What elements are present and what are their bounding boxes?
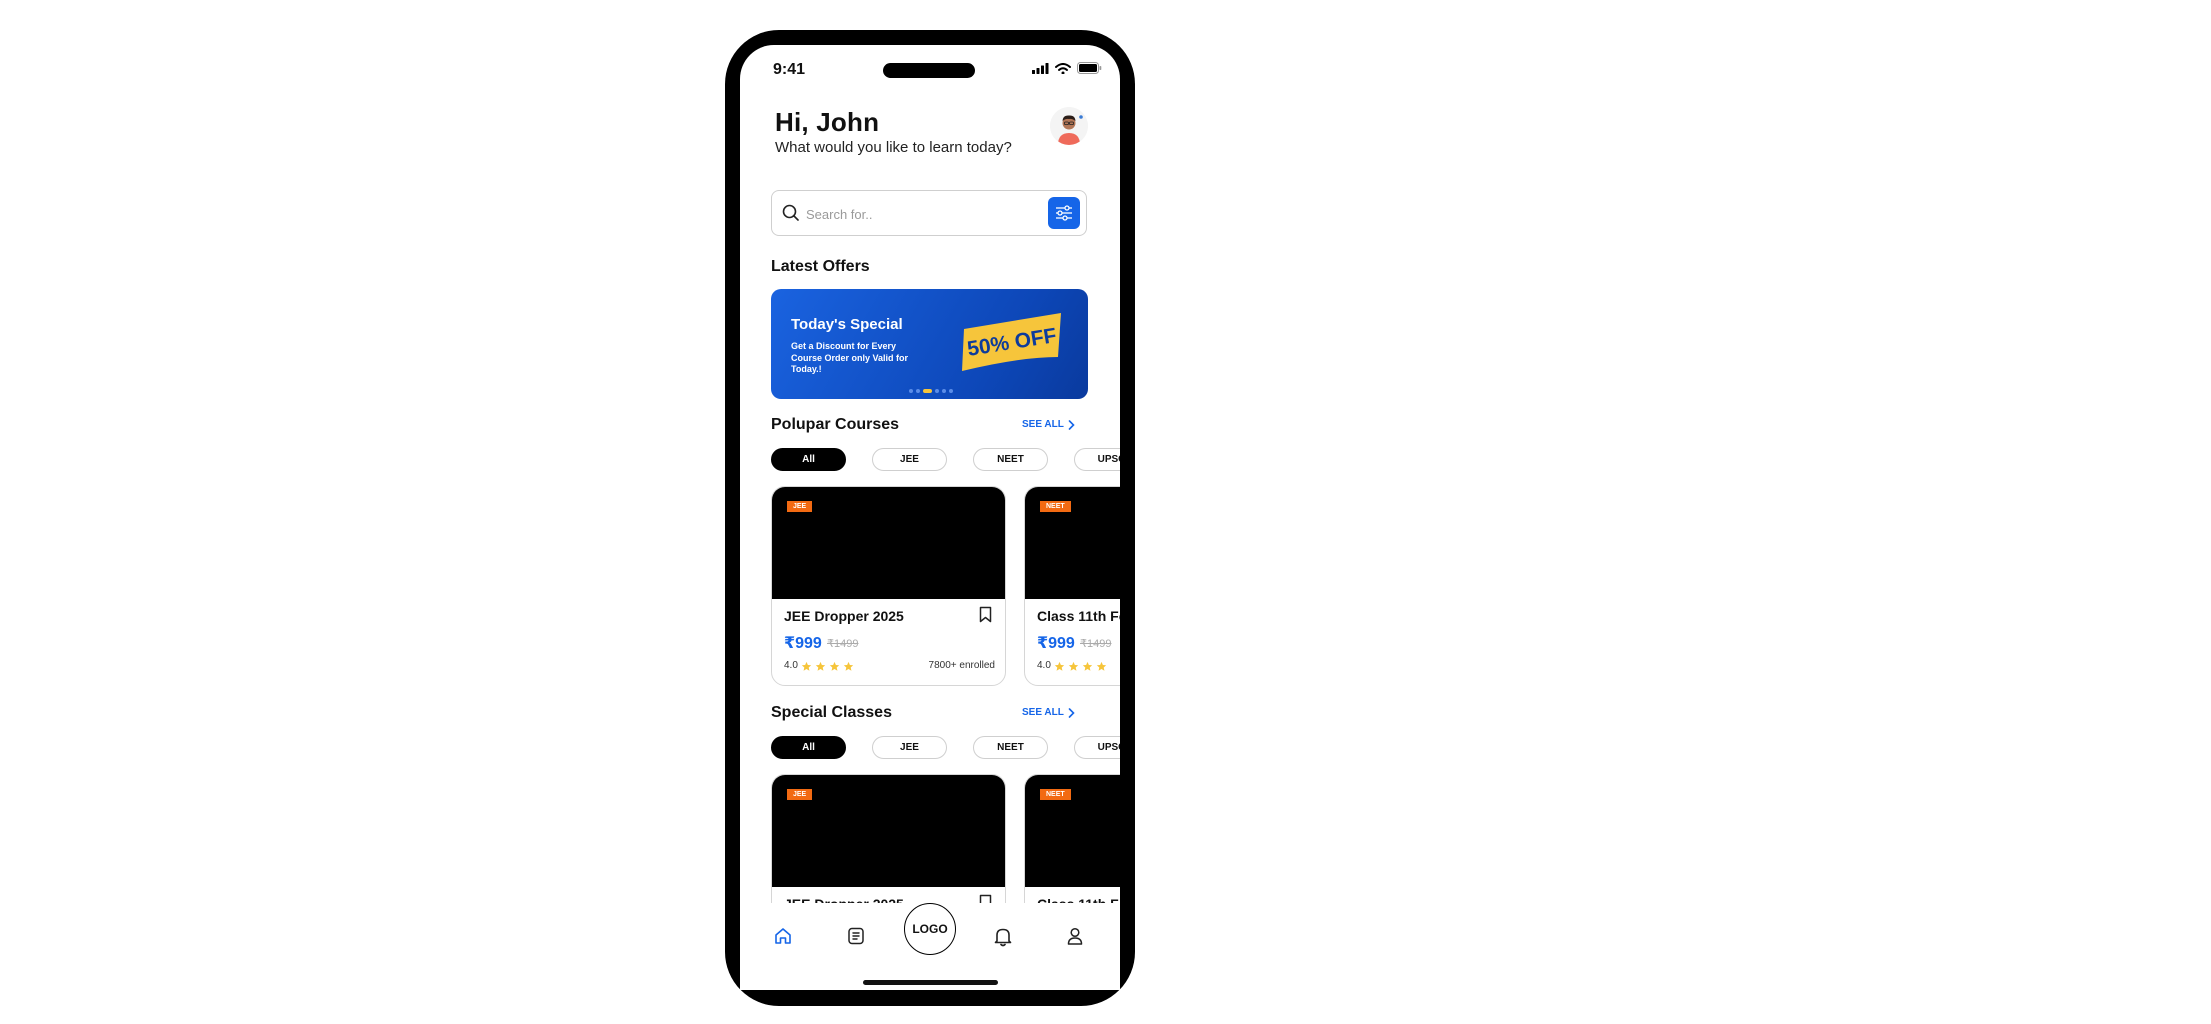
chip-neet[interactable]: NEET (973, 736, 1048, 759)
carousel-dot[interactable] (942, 389, 946, 393)
offer-title: Today's Special (791, 316, 903, 333)
course-tag: JEE (787, 501, 813, 512)
star-icon (815, 659, 826, 677)
star-icon (843, 659, 854, 677)
popular-see-all-link[interactable]: SEE ALL (1022, 419, 1075, 430)
home-icon (775, 928, 791, 944)
rating-stars (1054, 659, 1107, 677)
class-tag: JEE (787, 789, 813, 800)
chip-jee[interactable]: JEE (872, 736, 947, 759)
popular-filter-chips: All JEE NEET UPSC (771, 448, 1120, 471)
bookmark-icon[interactable] (979, 606, 992, 623)
nav-courses[interactable] (841, 921, 871, 951)
special-filter-chips: All JEE NEET UPSC (771, 736, 1120, 759)
course-rating: 4.0 (1037, 660, 1051, 671)
chip-neet[interactable]: NEET (973, 448, 1048, 471)
home-indicator (863, 980, 998, 985)
battery-icon (1077, 62, 1102, 74)
search-icon (782, 204, 799, 221)
carousel-dot[interactable] (909, 389, 913, 393)
nav-home[interactable] (768, 921, 798, 951)
logo-button[interactable]: LOGO (904, 903, 956, 955)
nav-profile[interactable] (1060, 921, 1090, 951)
wifi-icon (1055, 62, 1071, 74)
courses-icon (848, 927, 864, 945)
carousel-dot[interactable] (935, 389, 939, 393)
star-icon (801, 659, 812, 677)
avatar[interactable] (1050, 107, 1088, 145)
greeting-subtitle: What would you like to learn today? (775, 139, 1012, 156)
popular-courses-title: Polupar Courses (771, 416, 900, 433)
bell-icon (994, 928, 1012, 947)
bottom-nav: LOGO (740, 903, 1120, 990)
signal-icon (1032, 62, 1049, 74)
course-rating: 4.0 (784, 660, 798, 671)
course-card[interactable]: NEET Class 11th Foundation ₹999 ₹1499 4.… (1024, 486, 1120, 686)
status-bar: 9:41 (740, 45, 1120, 89)
chip-all[interactable]: All (771, 736, 846, 759)
course-tag: NEET (1040, 501, 1071, 512)
course-price: ₹999 (784, 635, 822, 652)
see-all-label: SEE ALL (1022, 707, 1064, 718)
course-title: JEE Dropper 2025 (784, 608, 904, 624)
status-icons (1032, 62, 1102, 74)
carousel-dot[interactable] (949, 389, 953, 393)
profile-icon (1067, 927, 1083, 945)
chip-upsc[interactable]: UPSC (1074, 448, 1120, 471)
chip-jee[interactable]: JEE (872, 448, 947, 471)
greeting-title: Hi, John (775, 107, 880, 137)
course-price: ₹999 (1037, 635, 1075, 652)
nav-notifications[interactable] (988, 921, 1018, 951)
special-see-all-link[interactable]: SEE ALL (1022, 707, 1075, 718)
course-original-price: ₹1499 (1080, 638, 1112, 650)
status-time: 9:41 (773, 61, 806, 78)
offer-banner[interactable]: Today's Special Get a Discount for Every… (771, 289, 1088, 399)
carousel-dot-active[interactable] (923, 389, 932, 393)
special-classes-title: Special Classes (771, 704, 892, 721)
star-icon (829, 659, 840, 677)
carousel-dot[interactable] (916, 389, 920, 393)
course-enrolled-count: 7800+ enrolled (928, 660, 995, 671)
chevron-right-icon (1068, 707, 1075, 718)
filter-button[interactable] (1048, 197, 1080, 229)
star-icon (1082, 659, 1093, 677)
chevron-right-icon (1068, 419, 1075, 430)
rating-stars (801, 659, 854, 677)
carousel-dots (909, 389, 953, 393)
course-original-price: ₹1499 (827, 638, 859, 650)
avatar-image (1050, 107, 1088, 145)
sliders-icon (1056, 205, 1072, 221)
offer-description: Get a Discount for Every Course Order on… (791, 341, 909, 374)
see-all-label: SEE ALL (1022, 419, 1064, 430)
chip-all[interactable]: All (771, 448, 846, 471)
app-screen: 9:41 Hi, John What would you like to lea… (740, 45, 1120, 990)
search-input[interactable] (804, 201, 1048, 227)
search-box (771, 190, 1087, 236)
logo-label: LOGO (912, 922, 948, 936)
course-card[interactable]: JEE JEE Dropper 2025 ₹999 ₹1499 4.0 7800… (771, 486, 1006, 686)
star-icon (1054, 659, 1065, 677)
discount-badge: 50% OFF (962, 313, 1061, 371)
class-tag: NEET (1040, 789, 1071, 800)
chip-upsc[interactable]: UPSC (1074, 736, 1120, 759)
dynamic-island (883, 63, 975, 78)
latest-offers-title: Latest Offers (771, 258, 870, 275)
star-icon (1068, 659, 1079, 677)
star-icon (1096, 659, 1107, 677)
course-title: Class 11th Foundation (1037, 608, 1120, 624)
